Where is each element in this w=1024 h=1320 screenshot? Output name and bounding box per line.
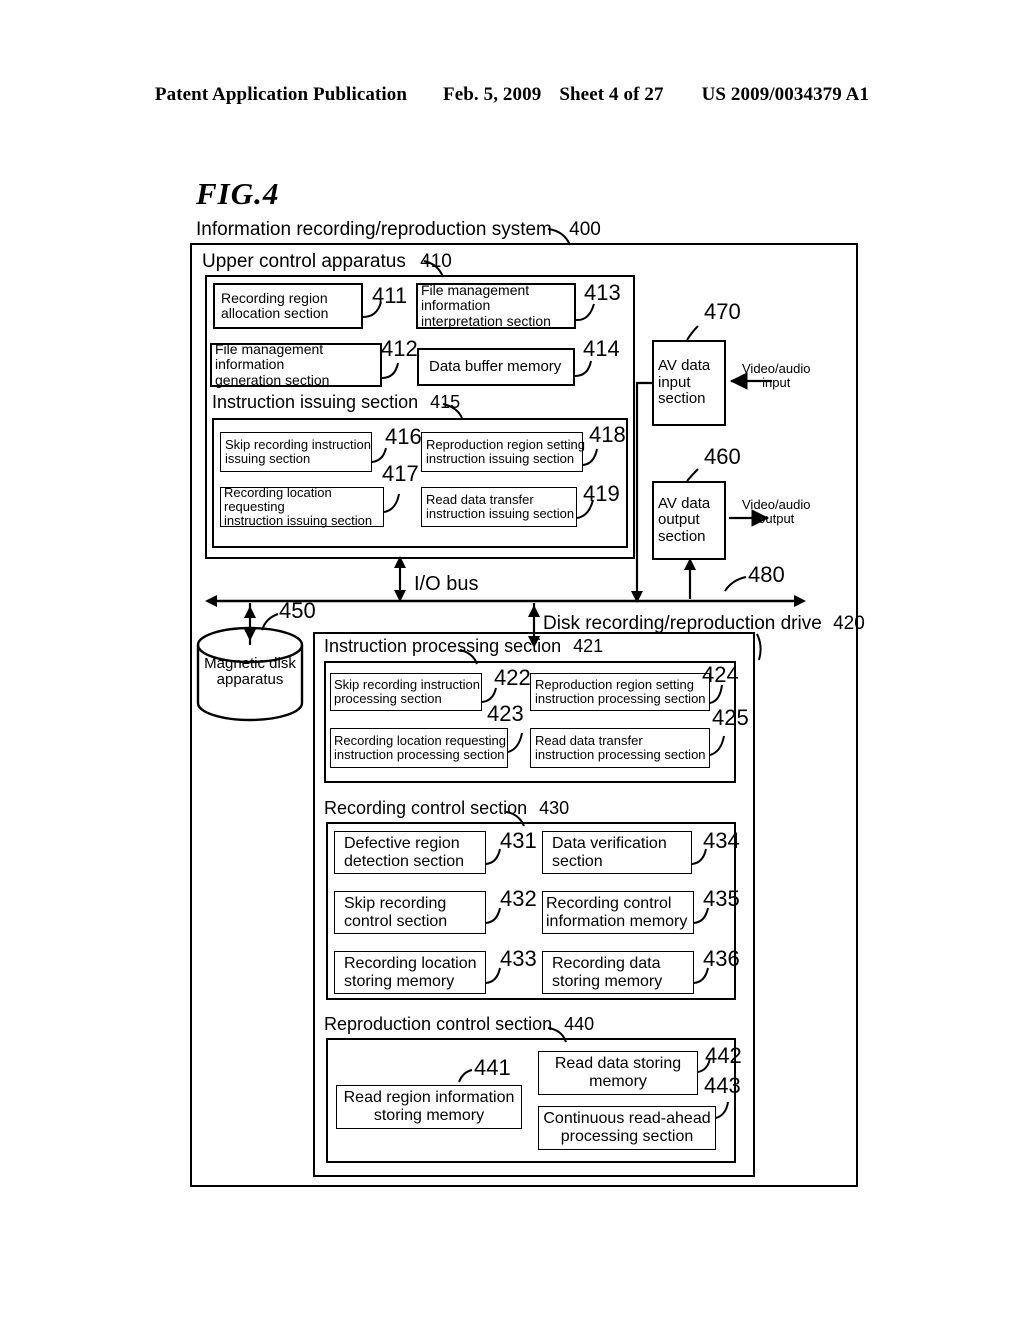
ref-num-422: 422	[494, 665, 531, 690]
ref-num-414: 414	[583, 336, 620, 361]
ref-num-419: 419	[583, 481, 620, 506]
block-434-label: Data verification section	[552, 834, 667, 870]
video-audio-output-label: Video/audio output	[742, 497, 811, 527]
block-423-label: Recording location requesting instructio…	[334, 732, 506, 762]
reproduction-control-title: Reproduction control section 440	[324, 1014, 595, 1034]
block-418-label: Reproduction region setting instruction …	[426, 436, 585, 466]
ref-num-435: 435	[703, 886, 740, 911]
ref-num-416: 416	[385, 424, 422, 449]
block-419-label: Read data transfer instruction issuing s…	[426, 491, 575, 521]
block-432-label: Skip recording control section	[344, 894, 448, 930]
ref-num-443: 443	[704, 1073, 741, 1098]
ref-num-460: 460	[704, 444, 741, 469]
ref-num-425: 425	[712, 705, 749, 730]
block-416-label: Skip recording instruction issuing secti…	[225, 436, 371, 466]
figure-4-diagram: Information recording/reproduction syste…	[0, 0, 1024, 1320]
ref-num-431: 431	[500, 828, 537, 853]
av-input-label: AV data input section	[658, 357, 711, 408]
block-435-label: Recording control information memory	[546, 894, 688, 930]
block-422-label: Skip recording instruction processing se…	[334, 676, 480, 706]
ref-num-413: 413	[584, 280, 621, 305]
block-436-label: Recording data storing memory	[552, 954, 663, 990]
block-412-label: File management information generation s…	[215, 340, 330, 388]
block-414-label: Data buffer memory	[429, 357, 562, 375]
block-431-label: Defective region detection section	[344, 834, 465, 870]
io-bus-label: I/O bus	[414, 573, 479, 595]
block-442-label: Read data storing memory	[554, 1055, 682, 1090]
ref-num-433: 433	[500, 946, 537, 971]
magnetic-disk-label: Magnetic disk apparatus	[204, 654, 296, 688]
ref-num-442: 442	[705, 1043, 742, 1068]
ref-num-441: 441	[474, 1055, 511, 1080]
block-413-label: File management information interpretati…	[421, 281, 551, 329]
ref-num-418: 418	[589, 422, 626, 447]
upper-control-title: Upper control apparatus 410	[202, 251, 452, 272]
block-425-label: Read data transfer instruction processin…	[535, 732, 706, 762]
ref-num-411: 411	[372, 283, 408, 308]
block-411-label: Recording region allocation section	[221, 289, 329, 321]
block-441-label: Read region information storing memory	[343, 1089, 515, 1124]
ref-num-423: 423	[487, 701, 524, 726]
ref-num-480: 480	[748, 562, 785, 587]
block-443-label: Continuous read-ahead processing section	[543, 1110, 711, 1145]
block-417-label: Recording location requesting instructio…	[224, 484, 373, 529]
ref-num-412: 412	[381, 336, 418, 361]
instruction-issuing-title: Instruction issuing section 415	[212, 392, 461, 412]
av-output-label: AV data output section	[658, 494, 711, 545]
ref-num-417: 417	[382, 461, 419, 486]
ref-num-436: 436	[703, 946, 740, 971]
ref-num-450: 450	[279, 598, 316, 623]
ref-num-432: 432	[500, 886, 537, 911]
ref-num-424: 424	[702, 662, 739, 687]
instruction-processing-title: Instruction processing section 421	[324, 636, 604, 656]
ref-num-470: 470	[704, 299, 741, 324]
ref-num-434: 434	[703, 828, 740, 853]
block-433-label: Recording location storing memory	[344, 954, 477, 990]
recording-control-title: Recording control section 430	[324, 798, 570, 818]
system-title: Information recording/reproduction syste…	[196, 219, 601, 240]
block-424-label: Reproduction region setting instruction …	[535, 676, 706, 706]
video-audio-input-label: Video/audio input	[742, 361, 811, 391]
